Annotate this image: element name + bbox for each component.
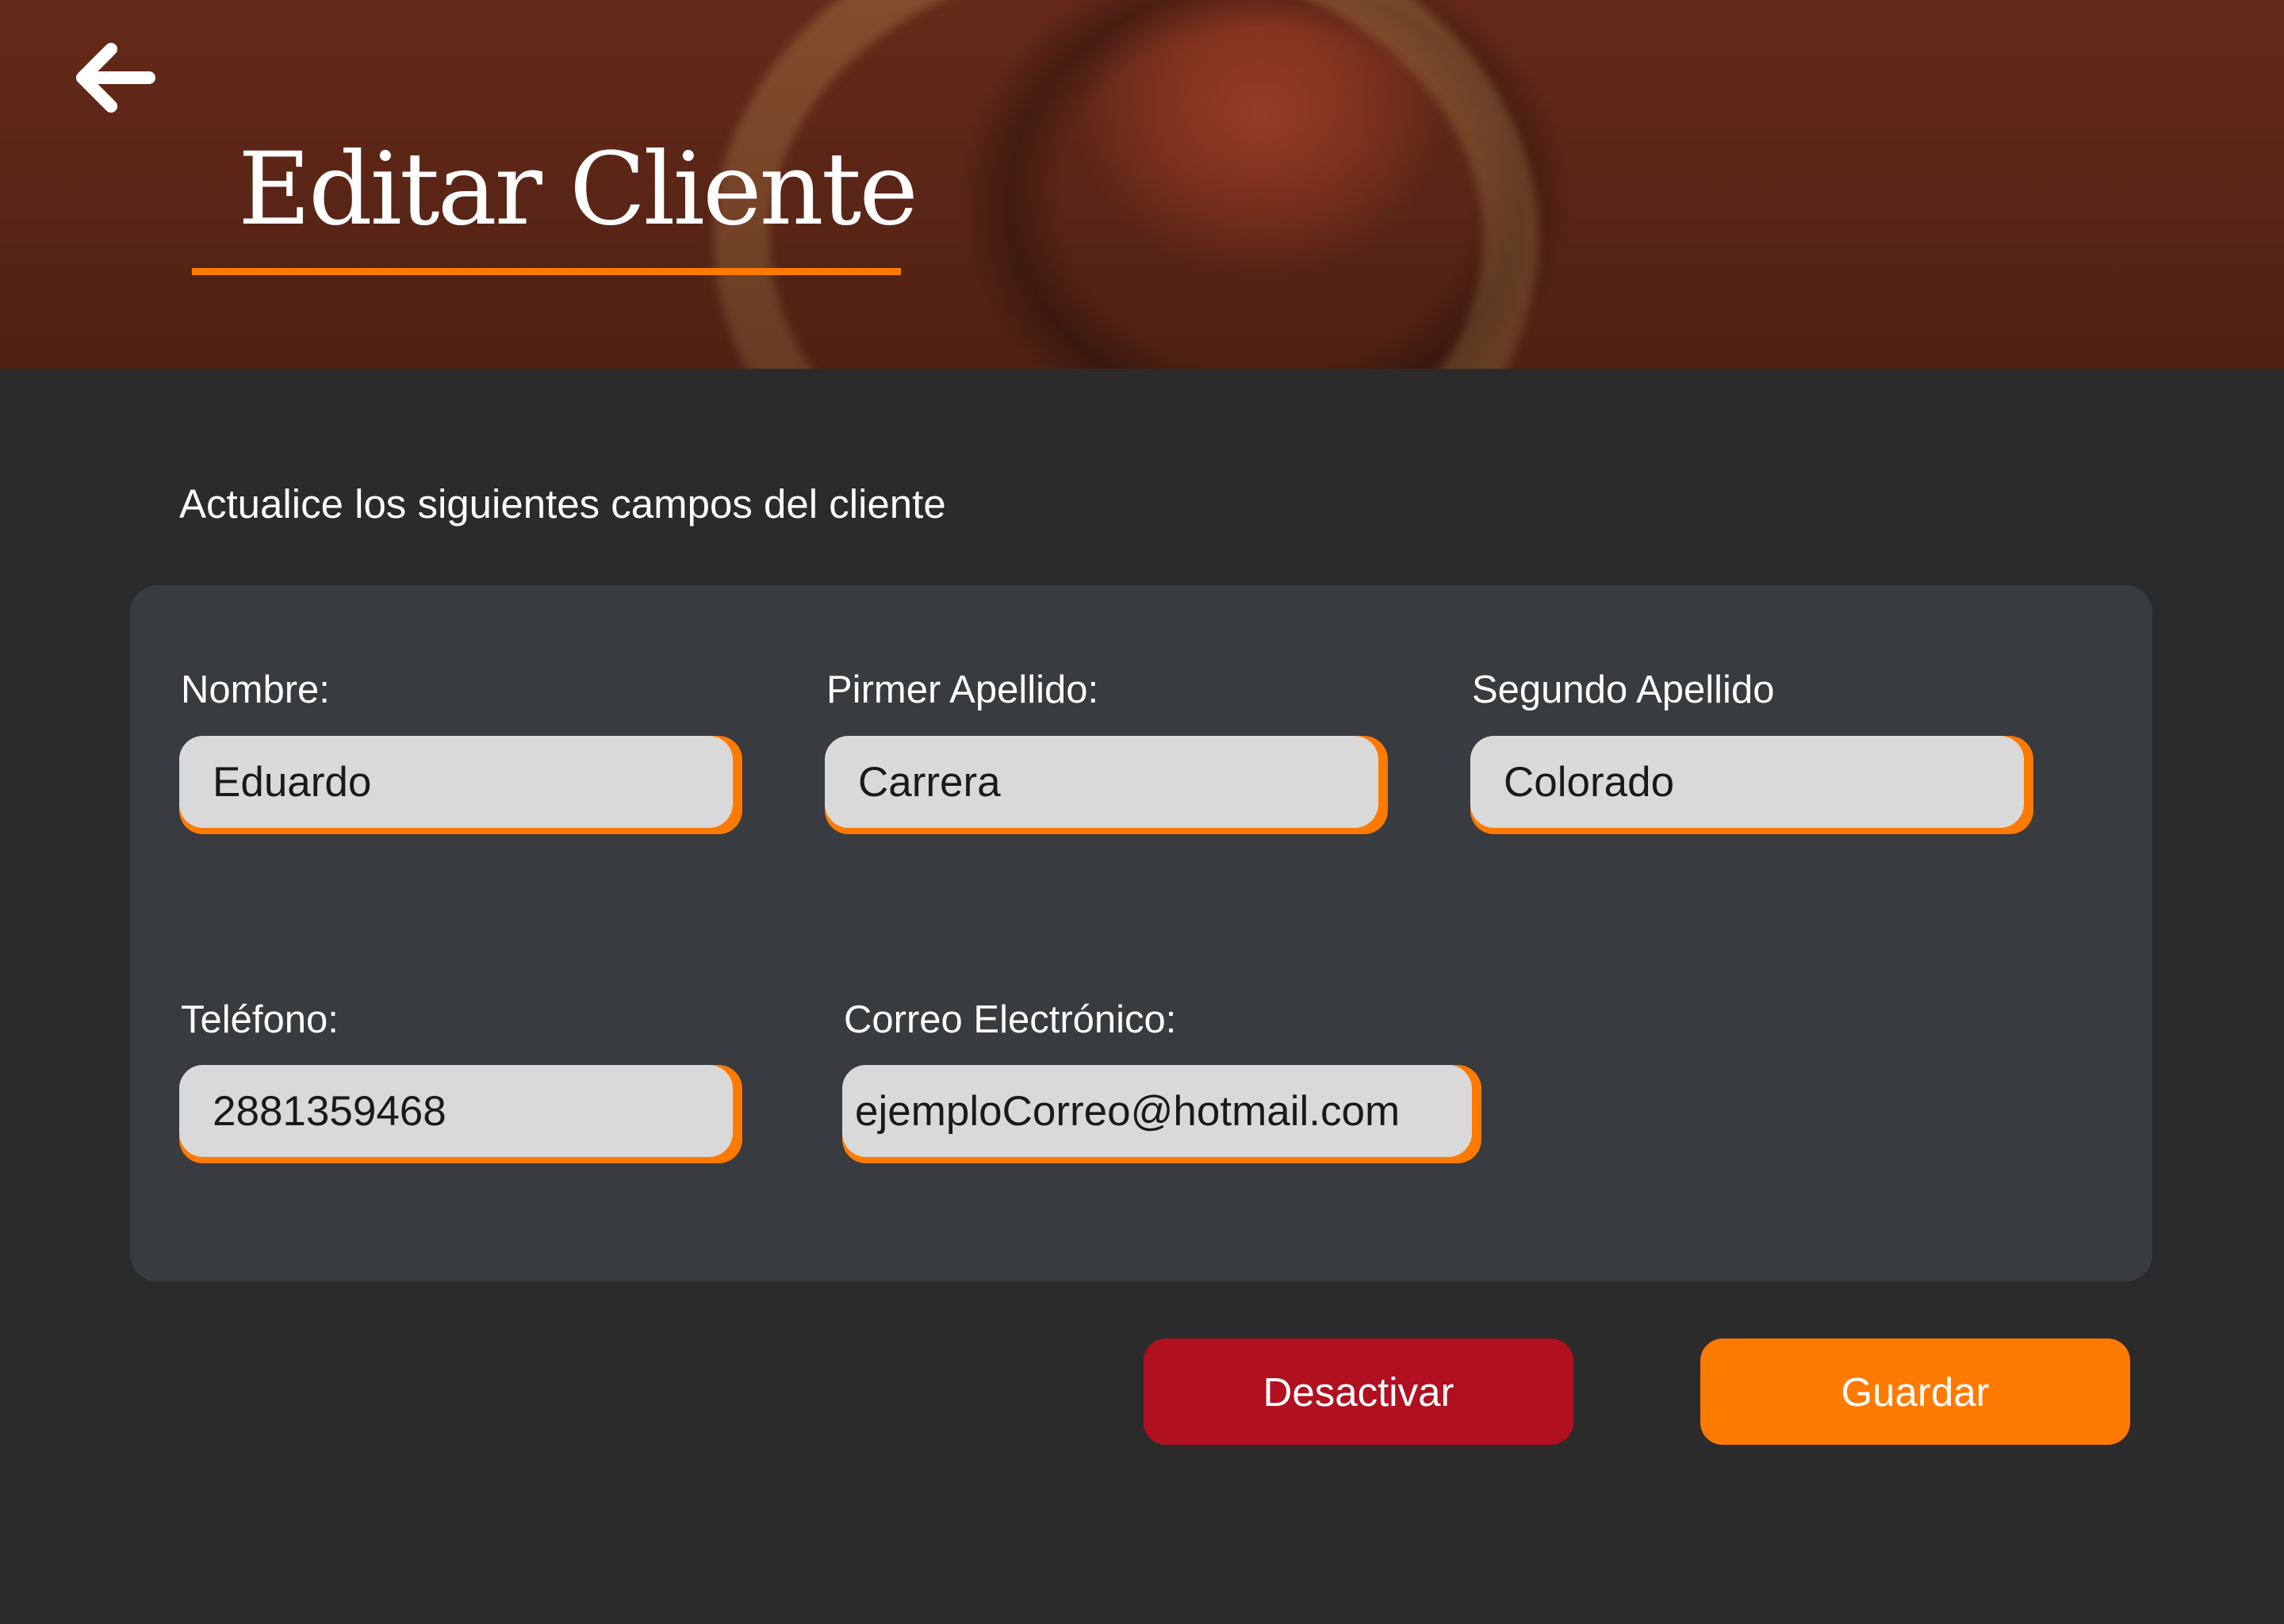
correo-field-frame [842,1065,1481,1163]
primer-apellido-label: Pirmer Apellido: [826,668,1099,711]
nombre-input[interactable] [179,736,733,828]
arrow-left-icon [76,43,155,113]
telefono-field-frame [179,1065,742,1163]
primer-apellido-input[interactable] [825,736,1378,828]
save-button[interactable]: Guardar [1700,1339,2130,1445]
title-underline [192,268,901,275]
correo-input[interactable] [842,1065,1472,1157]
segundo-apellido-input[interactable] [1470,736,2024,828]
telefono-label: Teléfono: [181,998,339,1041]
page-title: Editar Cliente [238,131,918,247]
telefono-input[interactable] [179,1065,733,1157]
correo-label: Correo Electrónico: [844,998,1177,1041]
nombre-label: Nombre: [181,668,330,711]
form-instructions: Actualice los siguientes campos del clie… [179,481,946,527]
client-form-panel [130,585,2152,1281]
nombre-field-frame [179,736,742,834]
deactivate-button[interactable]: Desactivar [1144,1339,1573,1445]
primer-apellido-field-frame [825,736,1388,834]
segundo-apellido-field-frame [1470,736,2033,834]
segundo-apellido-label: Segundo Apellido [1472,668,1775,711]
back-button[interactable] [70,35,159,121]
